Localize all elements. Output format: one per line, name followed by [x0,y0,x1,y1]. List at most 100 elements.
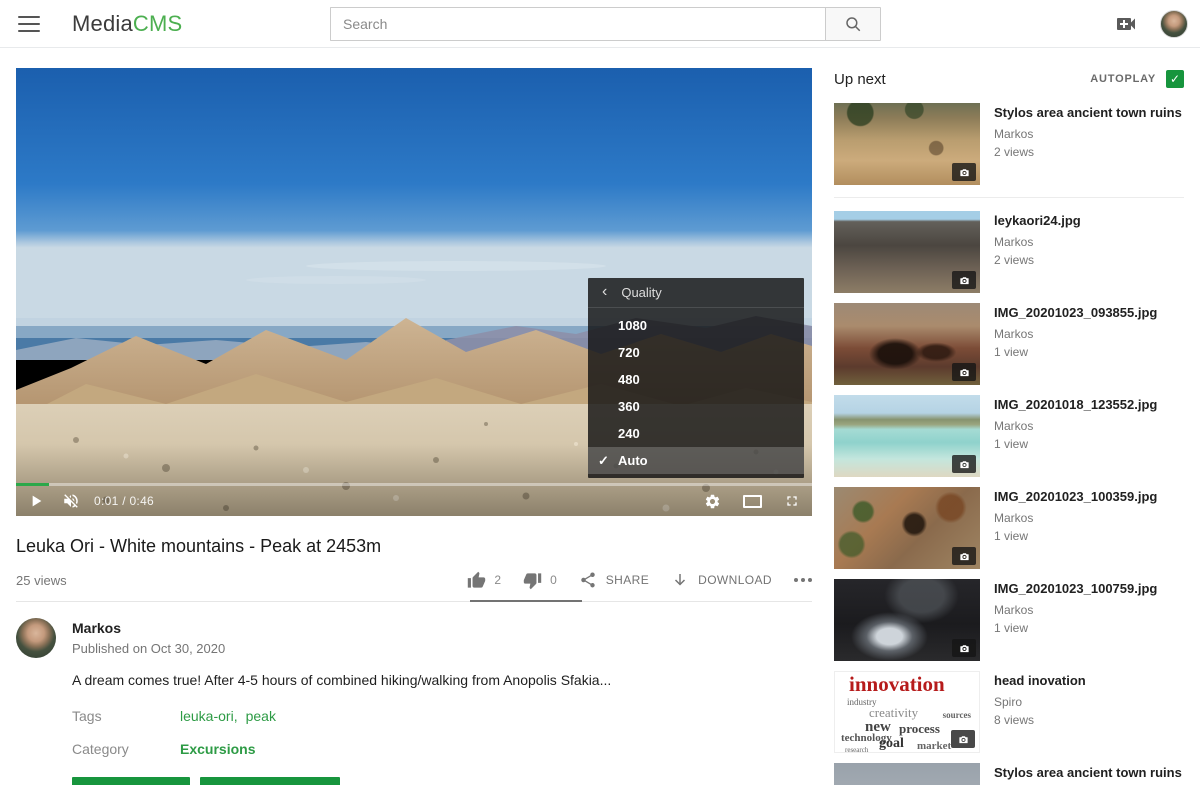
up-next-item[interactable]: IMG_20201023_093855.jpg Markos 1 view [834,303,1184,385]
volume-off-icon [62,492,80,510]
top-bar: MediaCMS [0,0,1200,48]
item-views: 1 view [994,437,1157,451]
up-next-item[interactable]: leykaori24.jpg Markos 2 views [834,211,1184,293]
item-views: 1 view [994,621,1157,635]
search-input[interactable] [330,7,825,41]
camera-icon [959,643,970,654]
logo-text-primary: Media [72,11,133,36]
autoplay-label: AUTOPLAY [1090,73,1156,85]
item-author: Markos [994,235,1081,249]
quality-menu-title: Quality [621,285,661,300]
camera-icon [959,551,970,562]
edit-media-button[interactable]: EDIT MEDIA [72,777,190,785]
view-count: 25 views [16,573,67,588]
item-author: Markos [994,511,1157,525]
item-title: IMG_20201023_093855.jpg [994,304,1157,321]
logo-text-accent: CMS [133,11,183,36]
meta-divider [16,600,812,602]
thumb-up-icon [467,571,486,590]
camera-badge [952,547,976,565]
camera-icon [959,167,970,178]
category-link[interactable]: Excursions [180,741,255,757]
item-thumbnail [834,103,980,185]
tag-link-peak[interactable]: peak [246,708,276,724]
tag-link-leuka-ori[interactable]: leuka-ori [180,708,234,724]
item-views: 2 views [994,145,1182,159]
quality-option-240[interactable]: 240 [588,420,804,447]
video-player[interactable]: ‹ Quality 1080 720 480 360 240 ✓Auto [16,68,812,516]
up-next-item[interactable]: IMG_20201023_100359.jpg Markos 1 view [834,487,1184,569]
more-options-icon[interactable] [794,578,812,582]
item-views: 1 view [994,345,1157,359]
item-thumbnail [834,487,980,569]
item-title: Stylos area ancient town ruins [994,764,1182,781]
category-label: Category [72,741,180,757]
video-description: A dream comes true! After 4-5 hours of c… [72,672,812,688]
quality-option-720[interactable]: 720 [588,339,804,366]
upload-media-icon[interactable] [1114,12,1138,36]
quality-option-auto[interactable]: ✓Auto [588,447,804,474]
quality-option-1080[interactable]: 1080 [588,312,804,339]
like-count: 2 [494,573,501,587]
download-icon [671,571,689,589]
camera-icon [958,734,969,745]
like-button[interactable]: 2 [467,571,501,590]
time-display: 0:01 / 0:46 [94,494,154,508]
quality-option-480[interactable]: 480 [588,366,804,393]
back-chevron-icon: ‹ [602,283,607,301]
user-avatar[interactable] [1160,10,1188,38]
item-views: 2 views [994,253,1081,267]
item-thumbnail [834,579,980,661]
author-name[interactable]: Markos [72,620,225,636]
camera-badge [952,455,976,473]
checkbox-check-icon: ✓ [1170,72,1180,86]
item-author: Markos [994,327,1157,341]
share-icon [579,571,597,589]
item-thumbnail [834,211,980,293]
item-author: Markos [994,419,1157,433]
fullscreen-button[interactable] [784,493,800,509]
check-icon: ✓ [598,447,609,474]
download-button[interactable]: DOWNLOAD [671,571,772,589]
mute-button[interactable] [62,492,80,510]
menu-icon[interactable] [18,16,40,32]
theater-mode-button[interactable] [743,495,762,508]
item-thumbnail [834,763,980,785]
dislike-button[interactable]: 0 [523,571,557,590]
logo[interactable]: MediaCMS [72,11,182,37]
play-button[interactable] [28,493,44,509]
camera-badge [952,271,976,289]
settings-button[interactable] [704,493,721,510]
author-avatar[interactable] [16,618,56,658]
camera-icon [959,367,970,378]
item-views: 8 views [994,713,1086,727]
share-label: SHARE [606,573,649,587]
up-next-item[interactable]: Stylos area ancient town ruins [834,763,1184,785]
share-button[interactable]: SHARE [579,571,649,589]
camera-icon [959,459,970,470]
theater-icon [743,495,762,508]
quality-option-360[interactable]: 360 [588,393,804,420]
dislike-count: 0 [550,573,557,587]
delete-media-button[interactable]: DELETE MEDIA [200,777,339,785]
item-author: Spiro [994,695,1086,709]
up-next-item[interactable]: Stylos area ancient town ruins Markos 2 … [834,103,1184,185]
search-button[interactable] [825,7,881,41]
autoplay-checkbox[interactable]: ✓ [1166,70,1184,88]
video-title: Leuka Ori - White mountains - Peak at 24… [16,536,812,557]
download-label: DOWNLOAD [698,573,772,587]
quality-menu: ‹ Quality 1080 720 480 360 240 ✓Auto [588,278,804,478]
item-title: leykaori24.jpg [994,212,1081,229]
item-title: IMG_20201023_100759.jpg [994,580,1157,597]
thumb-down-icon [523,571,542,590]
up-next-title: Up next [834,71,886,88]
camera-badge [951,730,975,748]
quality-menu-back[interactable]: ‹ Quality [588,278,804,308]
up-next-item[interactable]: IMG_20201018_123552.jpg Markos 1 view [834,395,1184,477]
item-author: Markos [994,603,1157,617]
search-bar [330,7,881,41]
up-next-item[interactable]: IMG_20201023_100759.jpg Markos 1 view [834,579,1184,661]
up-next-item[interactable]: innovation industry creativity sources n… [834,671,1184,753]
sidebar-divider [834,197,1184,198]
play-icon [28,493,44,509]
